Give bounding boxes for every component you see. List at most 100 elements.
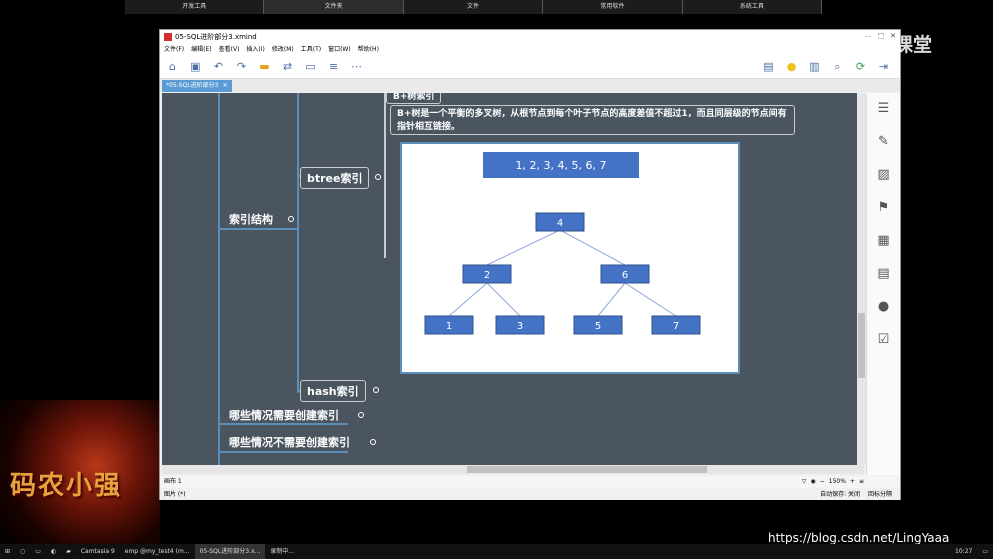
more-icon[interactable]: ⋯ [350,60,363,73]
menu-help[interactable]: 帮助(H) [358,44,379,55]
export-icon[interactable]: ⇥ [877,60,890,73]
taskbar-item[interactable]: 录制中... [265,544,299,559]
menu-bar: 文件(F) 编辑(E) 查看(V) 插入(I) 修改(M) 工具(T) 窗口(W… [160,44,900,55]
toolbar: ⌂ ▣ ↶ ↷ ▬ ⇄ ▭ ≡ ⋯ ▤ ● ▥ ⌕ ⟳ ⇥ [160,55,900,79]
sheet-name[interactable]: 画布 1 [164,478,182,485]
marker-flag-icon[interactable]: ⚑ [877,200,891,215]
boundary-icon[interactable]: ▭ [304,60,317,73]
lock-status[interactable]: 回标分隔 [868,489,892,500]
taskbar-item[interactable]: Camtasia 9 [76,544,120,559]
tree-node-label: 2 [484,270,490,281]
connector-line [218,93,220,465]
mindmap-canvas[interactable]: B+树索引 B+树是一个平衡的多叉树，从根节点到每个叶子节点的高度差值不超过1，… [162,93,864,465]
zoom-level: 150% [828,478,846,485]
csdn-url: https://blog.csdn.net/LingYaaa [768,531,950,545]
fit-icon[interactable]: ≡ [859,476,864,488]
connector-line [218,423,348,425]
notification-icon[interactable]: ▭ [977,544,993,559]
bplus-tree-image[interactable]: 1, 2, 3, 4, 5, 6, 7 4 2 6 1 3 5 7 [400,142,740,374]
save-icon[interactable]: ▣ [189,60,202,73]
taskbar-item[interactable]: emp @my_test4 (m... [120,544,195,559]
menu-edit[interactable]: 编辑(E) [191,44,211,55]
bplus-description[interactable]: B+树是一个平衡的多叉树，从根节点到每个叶子节点的高度差值不超过1，而且同层级的… [390,105,795,135]
tree-node-label: 7 [673,321,679,332]
redo-icon[interactable]: ↷ [235,60,248,73]
present-icon[interactable]: ▤ [762,60,775,73]
window-title: 05-SQL进阶部分3.xmind [175,33,257,41]
taskbar: ⊞ ○ ▭ ◐ ▰ Camtasia 9 emp @my_test4 (m...… [0,544,993,559]
need-index-topic[interactable]: 哪些情况需要创建索引 [229,407,339,423]
tree-node-label: 1 [446,321,452,332]
zoom-control: ▽ ◉ − 150% + ≡ [802,476,864,488]
image-icon[interactable]: ▨ [877,167,891,182]
close-icon[interactable]: ✕ [223,80,228,92]
relationship-icon[interactable]: ⇄ [281,60,294,73]
menu-insert[interactable]: 插入(I) [246,44,264,55]
zoom-in-icon[interactable]: + [850,476,855,488]
folder-icon[interactable]: ▰ [61,544,76,559]
taskbar-item[interactable]: 05-SQL进阶部分3.x... [194,544,266,559]
index-structure-topic[interactable]: 索引结构 [229,211,273,227]
menu-tools[interactable]: 工具(T) [301,44,321,55]
filter-icon[interactable]: ▽ [802,476,807,488]
collapse-dot[interactable] [375,174,381,180]
background-logo: 码农小强 [10,471,123,501]
vertical-scrollbar[interactable] [857,93,866,465]
btree-topic[interactable]: btree索引 [300,167,370,189]
no-need-index-topic[interactable]: 哪些情况不需要创建索引 [229,434,350,450]
top-tab[interactable]: 系统工具 [682,0,823,14]
title-bar: 05-SQL进阶部分3.xmind [160,30,900,44]
summary-icon[interactable]: ≡ [327,60,340,73]
zoom-out-icon[interactable]: − [820,476,825,488]
idea-icon[interactable]: ● [785,60,798,73]
horizontal-scrollbar[interactable] [162,465,864,474]
collapse-dot[interactable] [288,216,294,222]
scroll-thumb[interactable] [858,313,865,378]
tencent-classroom-watermark: 腾讯课堂 [830,30,932,57]
start-icon[interactable]: ⊞ [0,544,15,559]
top-tab[interactable]: 文件 [403,0,544,14]
notes-icon[interactable]: ▤ [877,266,891,281]
format-brush-icon[interactable]: ✎ [877,134,891,149]
bplus-tree-diagram: 1, 2, 3, 4, 5, 6, 7 4 2 6 1 3 5 7 [424,152,701,335]
collapse-dot[interactable] [358,412,364,418]
autosave-status[interactable]: 自动保存: 关闭 [820,489,860,500]
style-icon[interactable]: ▦ [877,233,891,248]
clock[interactable]: 10:27 [950,544,977,559]
menu-modify[interactable]: 修改(M) [272,44,294,55]
menu-file[interactable]: 文件(F) [164,44,184,55]
xmind-logo-icon [164,33,172,41]
tab-document[interactable]: *05-SQL进阶部分3 ✕ [162,80,232,92]
hash-topic[interactable]: hash索引 [300,380,366,402]
browser-icon[interactable]: ◐ [46,544,61,559]
status-bar: 画布 1 ▽ ◉ − 150% + ≡ [160,476,900,488]
task-view-icon[interactable]: ▭ [30,544,46,559]
home-icon[interactable]: ⌂ [166,60,179,73]
topic-icon[interactable]: ▬ [258,60,271,73]
share-icon[interactable]: ⟳ [854,60,867,73]
undo-icon[interactable]: ↶ [212,60,225,73]
connector-line [218,228,298,230]
search-icon[interactable]: ⌕ [831,60,844,73]
top-tab[interactable]: 常用软件 [543,0,683,14]
collapse-dot[interactable] [373,387,379,393]
collapse-dot[interactable] [370,439,376,445]
menu-window[interactable]: 窗口(W) [328,44,351,55]
connector-line [297,93,299,393]
scroll-thumb[interactable] [467,466,707,473]
task-icon[interactable]: ☑ [877,332,891,347]
desktop-top-tabs: 开发工具 文件夹 文件 常用软件 系统工具 [125,0,823,14]
outline-list-icon[interactable]: ☰ [877,101,891,116]
outline-icon[interactable]: ▥ [808,60,821,73]
connector-line [218,451,348,453]
tree-node-label: 5 [595,321,601,332]
search-icon[interactable]: ○ [15,544,30,559]
top-tab[interactable]: 文件夹 [264,0,404,14]
comment-icon[interactable]: ● [877,299,891,314]
bplus-topic[interactable]: B+树索引 [386,93,442,104]
selection-info: 图片 (*) [164,491,186,498]
top-tab[interactable]: 开发工具 [125,0,265,14]
eye-icon[interactable]: ◉ [811,476,816,488]
menu-view[interactable]: 查看(V) [219,44,240,55]
tree-node-label: 3 [517,321,523,332]
